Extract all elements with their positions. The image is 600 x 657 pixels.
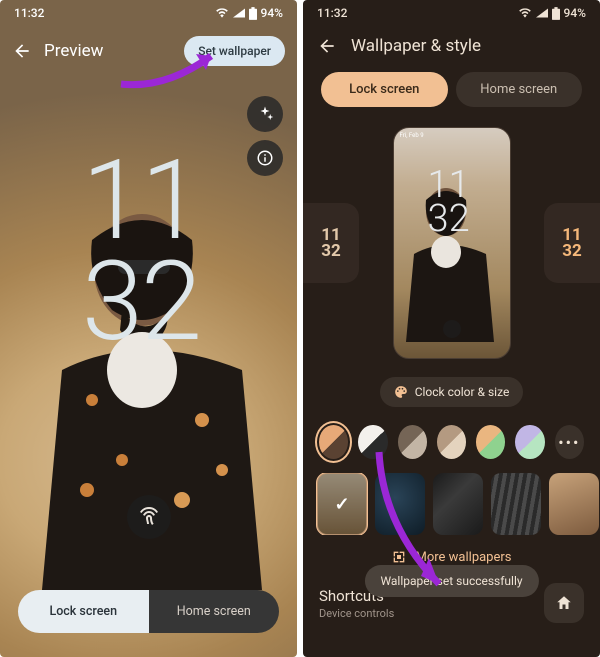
- home-icon: [555, 594, 573, 612]
- color-swatch-row: •••: [303, 421, 600, 473]
- wallpaper-thumb[interactable]: [491, 473, 541, 535]
- tab-home-screen[interactable]: Home screen: [456, 72, 583, 107]
- tab-lock-screen[interactable]: Lock screen: [18, 590, 149, 633]
- wifi-icon: [215, 8, 229, 18]
- preview-tabs: Lock screen Home screen: [18, 590, 279, 633]
- battery-icon: [249, 7, 257, 20]
- status-bar: 11:32 94%: [303, 0, 600, 26]
- shortcuts-subtitle: Device controls: [319, 607, 394, 620]
- header: Wallpaper & style: [303, 26, 600, 66]
- status-bar: 11:32 94%: [0, 0, 297, 26]
- status-right: 94%: [215, 6, 283, 20]
- signal-icon: [233, 8, 245, 18]
- page-title: Wallpaper & style: [351, 36, 481, 56]
- toast-message: Wallpaper set successfully: [364, 565, 538, 597]
- more-colors-button[interactable]: •••: [555, 425, 584, 459]
- shortcut-home-button[interactable]: [544, 583, 584, 623]
- clock-style-prev[interactable]: 1132: [303, 203, 359, 283]
- preview-date: Fri, Feb 9: [394, 128, 510, 143]
- clock-color-label: Clock color & size: [415, 385, 510, 399]
- lockscreen-preview[interactable]: Fri, Feb 9 11 32: [393, 127, 511, 359]
- preview-clock: 11 32: [428, 168, 470, 236]
- wallpaper-thumb[interactable]: [433, 473, 483, 535]
- effects-button[interactable]: [247, 96, 283, 132]
- phone-preview-screen: 11:32 94% Preview Set wallpaper 11 32: [0, 0, 297, 657]
- sparkle-icon: [256, 105, 274, 123]
- color-swatch[interactable]: [476, 425, 505, 459]
- tab-home-screen[interactable]: Home screen: [149, 590, 280, 633]
- fingerprint-button[interactable]: [127, 495, 171, 539]
- color-swatch[interactable]: [319, 425, 348, 459]
- status-right: 94%: [518, 6, 586, 20]
- clock-color-size-button[interactable]: Clock color & size: [380, 377, 524, 407]
- color-swatch[interactable]: [437, 425, 466, 459]
- wallpaper-thumb[interactable]: [375, 473, 425, 535]
- wifi-icon: [518, 8, 532, 18]
- status-time: 11:32: [14, 6, 44, 20]
- battery-percent: 94%: [564, 6, 586, 20]
- back-arrow-icon[interactable]: [12, 41, 32, 61]
- clock-style-next[interactable]: 1132: [544, 203, 600, 283]
- back-arrow-icon[interactable]: [317, 36, 337, 56]
- signal-icon: [536, 8, 548, 18]
- more-wallpapers-label: More wallpapers: [415, 550, 511, 565]
- lockscreen-clock: 11 32: [82, 150, 200, 352]
- page-title: Preview: [44, 41, 172, 61]
- phone-wallpaper-style-screen: 11:32 94% Wallpaper & style Lock screen …: [303, 0, 600, 657]
- set-wallpaper-button[interactable]: Set wallpaper: [184, 36, 285, 66]
- color-swatch[interactable]: [358, 425, 387, 459]
- battery-percent: 94%: [261, 6, 283, 20]
- wallpaper-thumb[interactable]: [549, 473, 599, 535]
- header: Preview Set wallpaper: [0, 26, 297, 72]
- info-button[interactable]: [247, 140, 283, 176]
- screen-tabs: Lock screen Home screen: [303, 66, 600, 113]
- color-swatch[interactable]: [398, 425, 427, 459]
- color-swatch[interactable]: [515, 425, 544, 459]
- wallpaper-thumbnail-row: [303, 473, 600, 535]
- info-icon: [256, 149, 274, 167]
- clock-hours: 11: [82, 150, 200, 251]
- preview-fingerprint-icon: [443, 320, 461, 338]
- fingerprint-icon: [137, 505, 161, 529]
- wallpaper-thumb[interactable]: [317, 473, 367, 535]
- wallpaper-icon: [391, 549, 407, 565]
- battery-icon: [552, 7, 560, 20]
- palette-icon: [394, 385, 408, 399]
- tab-lock-screen[interactable]: Lock screen: [321, 72, 448, 107]
- status-time: 11:32: [317, 6, 347, 20]
- clock-style-preview-row: 1132 Fri, Feb 9 11 32 1132: [303, 113, 600, 367]
- clock-minutes: 32: [82, 251, 200, 352]
